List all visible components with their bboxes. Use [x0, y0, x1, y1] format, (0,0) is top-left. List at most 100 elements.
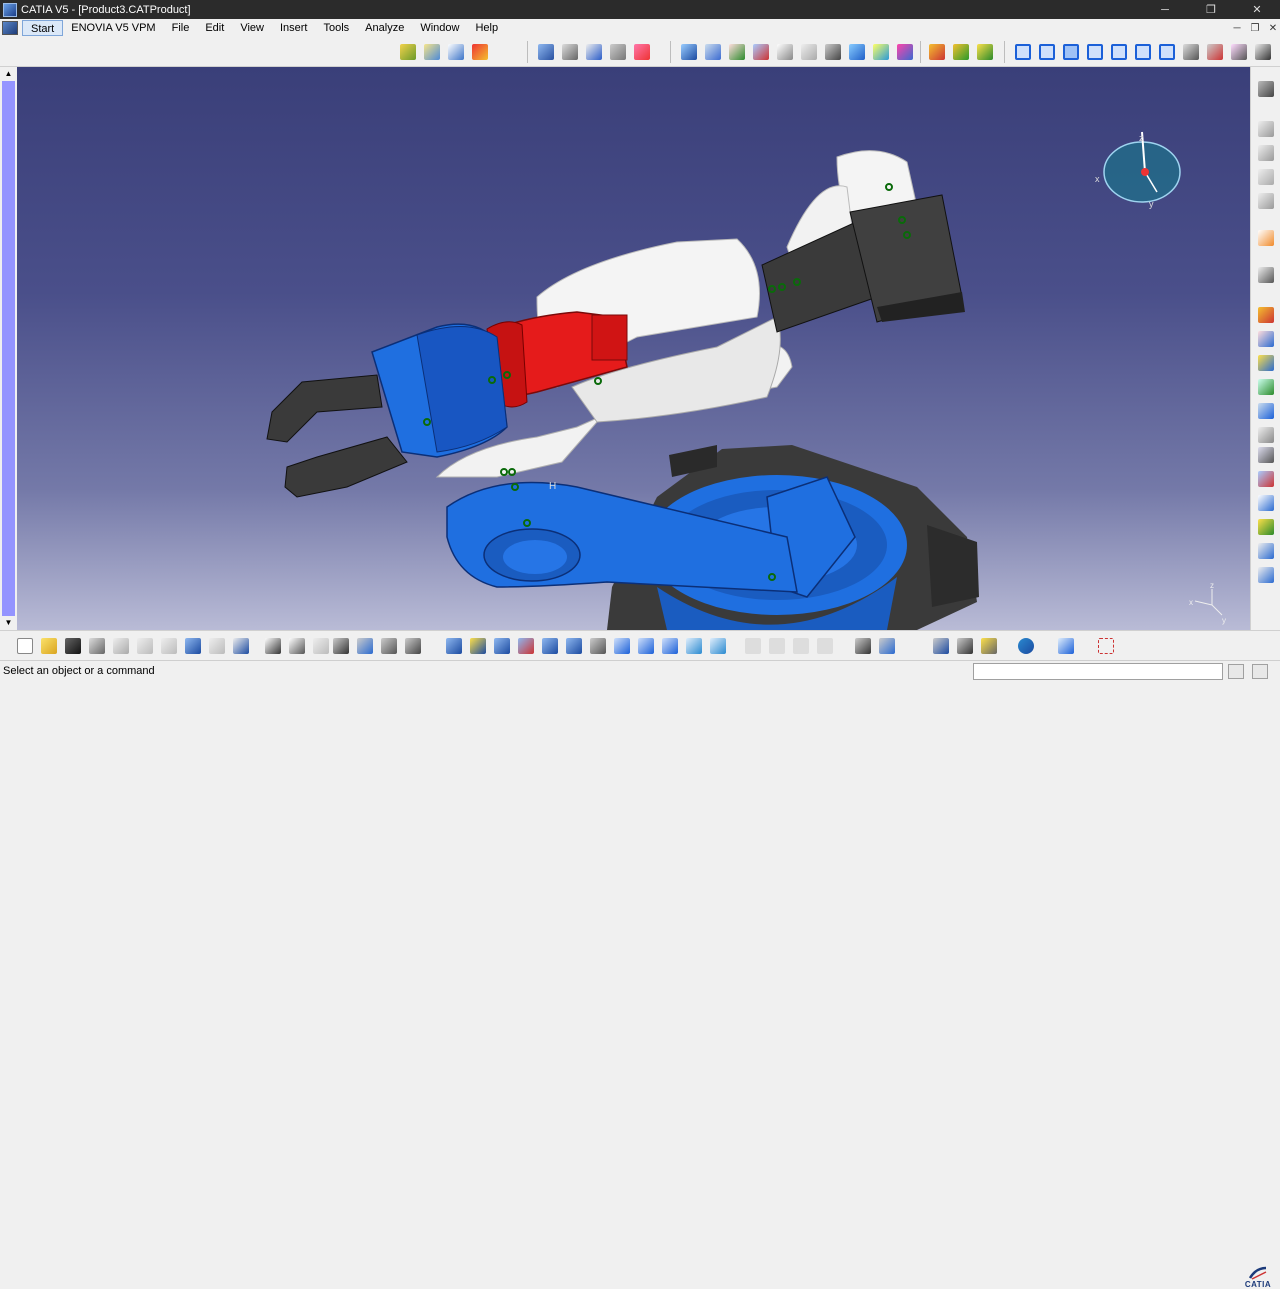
menu-view[interactable]: View [232, 20, 272, 36]
scroll-up-icon[interactable]: ▲ [3, 69, 14, 79]
fix-component-icon[interactable] [774, 41, 796, 63]
menu-help[interactable]: Help [467, 20, 506, 36]
camera-icon[interactable] [852, 635, 874, 657]
sectioning-icon[interactable] [1256, 353, 1276, 373]
insert-product-icon[interactable] [421, 41, 443, 63]
menu-insert[interactable]: Insert [272, 20, 316, 36]
smart-move-icon[interactable] [583, 41, 605, 63]
undo-icon[interactable] [182, 635, 204, 657]
scroll-thumb[interactable] [2, 81, 15, 616]
close-button[interactable]: ✕ [1234, 0, 1280, 19]
whats-this-icon[interactable] [230, 635, 252, 657]
manipulation-icon[interactable] [535, 41, 557, 63]
document-icon[interactable] [2, 21, 18, 35]
print-icon[interactable] [86, 635, 108, 657]
lamp-icon[interactable] [310, 635, 332, 657]
offset-constraint-icon[interactable] [726, 41, 748, 63]
zoom-in-icon[interactable] [539, 635, 561, 657]
publication-icon[interactable] [954, 635, 976, 657]
quick-view-icon[interactable] [635, 635, 657, 657]
left-view-icon[interactable] [1084, 41, 1106, 63]
compass-widget[interactable]: x y z [1095, 131, 1181, 209]
copy-icon[interactable] [134, 635, 156, 657]
paste-icon[interactable] [158, 635, 180, 657]
cut-icon[interactable] [110, 635, 132, 657]
status-button-1[interactable] [1228, 664, 1244, 679]
apply-material-icon[interactable] [1256, 305, 1276, 325]
multi-instantiation-icon[interactable] [1256, 191, 1276, 211]
update-all-icon[interactable] [926, 41, 948, 63]
contact-constraint-icon[interactable] [702, 41, 724, 63]
named-views-icon[interactable] [1180, 41, 1202, 63]
status-button-2[interactable] [1252, 664, 1268, 679]
insert-component-icon[interactable] [397, 41, 419, 63]
save-icon[interactable] [62, 635, 84, 657]
fly-mode-icon[interactable] [443, 635, 465, 657]
spin-icon[interactable] [1015, 635, 1037, 657]
hide-icon[interactable] [683, 635, 705, 657]
product-structure-tools-icon[interactable] [1256, 79, 1276, 99]
design-table-icon[interactable] [330, 635, 352, 657]
select-icon[interactable] [1256, 228, 1276, 248]
doc-restore-button[interactable]: ❐ [1250, 23, 1260, 34]
hide-show-icon[interactable] [1228, 41, 1250, 63]
menu-start[interactable]: Start [22, 20, 64, 36]
restore-button[interactable]: ❐ [1188, 0, 1234, 19]
generate-numbering-icon[interactable] [1256, 119, 1276, 139]
render-style-icon[interactable] [1204, 41, 1226, 63]
coincidence-constraint-icon[interactable] [678, 41, 700, 63]
scene-icon[interactable] [402, 635, 424, 657]
shading-icon[interactable] [659, 635, 681, 657]
manage-representations-icon[interactable] [1256, 167, 1276, 187]
change-constraint-icon[interactable] [870, 41, 892, 63]
right-view-icon[interactable] [1108, 41, 1130, 63]
menu-window[interactable]: Window [412, 20, 467, 36]
quick-constraint-icon[interactable] [822, 41, 844, 63]
menu-edit[interactable]: Edit [197, 20, 232, 36]
vertical-scrollbar[interactable]: ▲ ▼ [0, 67, 17, 630]
open-icon[interactable] [38, 635, 60, 657]
fit-all-icon[interactable] [467, 635, 489, 657]
snap-icon[interactable] [559, 41, 581, 63]
capture-image-icon[interactable] [876, 635, 898, 657]
new-icon[interactable] [14, 635, 36, 657]
flag-note-icon[interactable] [1256, 517, 1276, 537]
3d-viewport[interactable]: H x y z z x y [17, 67, 1250, 630]
isometric-view-icon[interactable] [1012, 41, 1034, 63]
capture-icon[interactable] [1256, 565, 1276, 585]
eraser-icon[interactable] [1055, 635, 1077, 657]
measure-icon[interactable] [1256, 265, 1276, 285]
scroll-down-icon[interactable]: ▼ [3, 618, 14, 628]
back-view-icon[interactable] [1060, 41, 1082, 63]
swap-visible-space-icon[interactable] [1252, 41, 1274, 63]
top-view-icon[interactable] [1132, 41, 1154, 63]
annotation-icon[interactable] [1256, 469, 1276, 489]
update-icon[interactable] [950, 41, 972, 63]
comment-icon[interactable] [286, 635, 308, 657]
zoom-out-icon[interactable] [563, 635, 585, 657]
menu-enovia[interactable]: ENOVIA V5 VPM [63, 20, 163, 36]
compute-clash-icon[interactable] [1256, 401, 1276, 421]
menu-file[interactable]: File [164, 20, 198, 36]
menu-analyze[interactable]: Analyze [357, 20, 412, 36]
doc-minimize-button[interactable]: ─ [1232, 23, 1242, 34]
reuse-pattern-icon[interactable] [894, 41, 916, 63]
clash-icon[interactable] [1256, 329, 1276, 349]
explode-icon[interactable] [607, 41, 629, 63]
bottom-view-icon[interactable] [1156, 41, 1178, 63]
doc-close-button[interactable]: ✕ [1268, 23, 1278, 34]
weld-feature-icon[interactable] [1256, 541, 1276, 561]
robot-arm-model[interactable]: H x y z z x y [17, 67, 1250, 630]
swap-icon[interactable] [707, 635, 729, 657]
stop-manipulate-icon[interactable] [631, 41, 653, 63]
minimize-button[interactable]: ─ [1142, 0, 1188, 19]
fix-together-icon[interactable] [798, 41, 820, 63]
multi-view-icon[interactable] [611, 635, 633, 657]
selective-load-icon[interactable] [1256, 143, 1276, 163]
grid-icon[interactable] [1095, 635, 1117, 657]
swap-space-icon[interactable] [930, 635, 952, 657]
flexible-sub-assembly-icon[interactable] [846, 41, 868, 63]
rotate-icon[interactable] [515, 635, 537, 657]
insert-part-icon[interactable] [445, 41, 467, 63]
front-view-icon[interactable] [1036, 41, 1058, 63]
